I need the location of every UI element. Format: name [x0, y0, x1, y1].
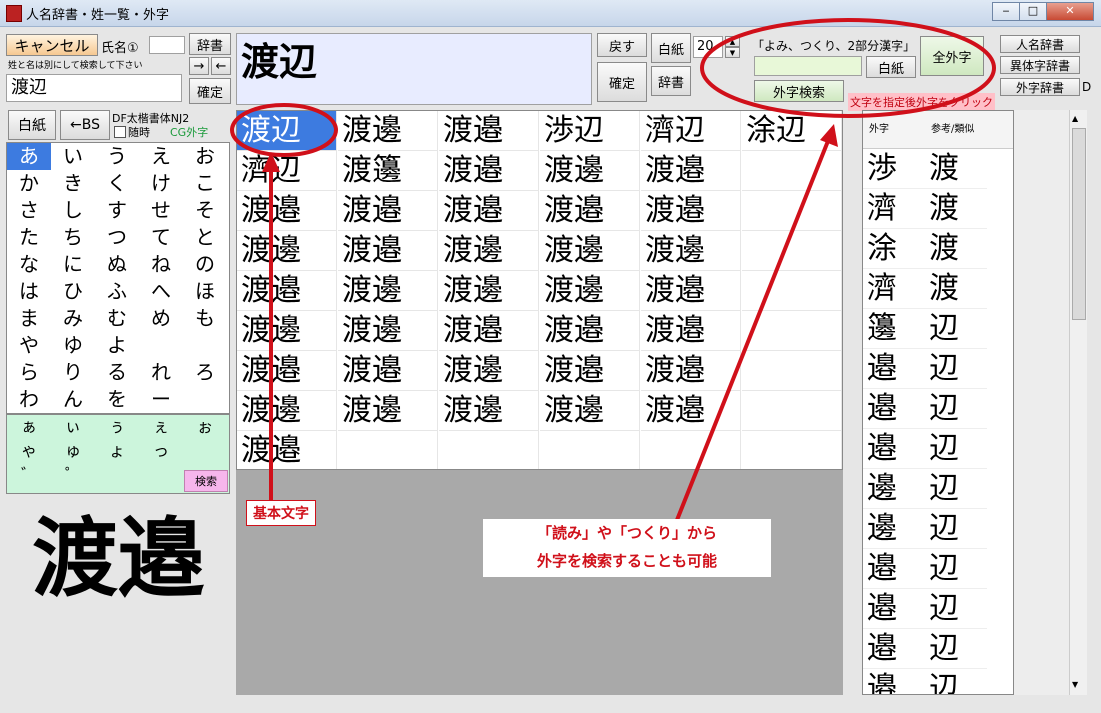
arrow-line-search — [675, 135, 832, 521]
annotation-line-1: 「読み」や「つくり」から — [536, 524, 717, 542]
highlight-circle-search — [700, 18, 996, 118]
annotation-overlay — [230, 18, 996, 521]
annotation-line-2: 外字を検索することも可能 — [536, 552, 717, 570]
annotation-search-label: 「読み」や「つくり」から 外字を検索することも可能 — [483, 519, 771, 577]
annotation-basic-label: 基本文字 — [246, 500, 316, 526]
highlight-circle-basic — [230, 103, 338, 157]
